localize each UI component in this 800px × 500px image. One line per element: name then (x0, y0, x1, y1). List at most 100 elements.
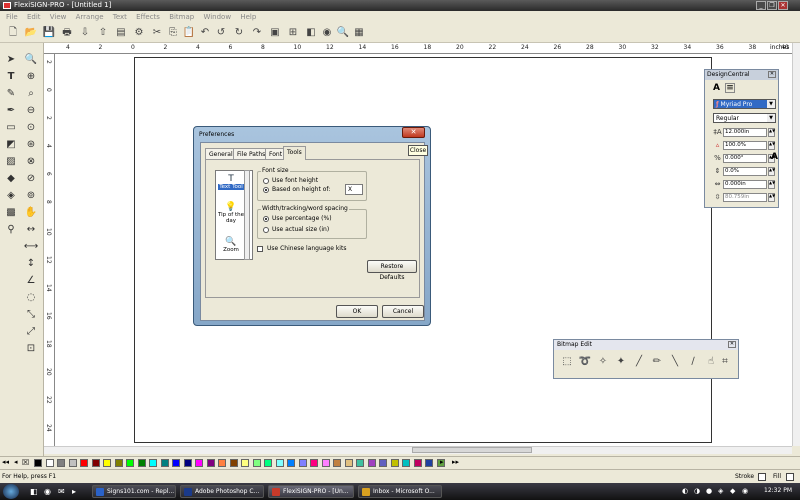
menu-file[interactable]: File (6, 13, 18, 21)
crop-icon[interactable]: ⌗ (718, 355, 732, 369)
magic-wand-icon[interactable]: ✧ (596, 355, 610, 369)
tray-app-icon[interactable]: ◆ (730, 487, 735, 495)
cut-icon[interactable]: ✂ (150, 26, 164, 40)
measure-icon[interactable]: ↔ (23, 222, 39, 237)
palette-prev-icon[interactable]: ◂ (14, 458, 18, 466)
menu-text[interactable]: Text (113, 13, 127, 21)
paste-icon[interactable]: 📋 (182, 26, 196, 40)
dimension-box-icon[interactable]: ⊡ (23, 341, 39, 356)
word-spacing-input[interactable]: 0.000in (723, 180, 767, 189)
tool-list-item[interactable]: 🔍 Zoom (216, 237, 246, 253)
palette-scroll-right-icon[interactable]: ▸▸ (452, 458, 459, 466)
color-swatch[interactable] (218, 459, 226, 467)
color-swatch[interactable] (287, 459, 295, 467)
text-width-input[interactable]: 100.0% (723, 141, 767, 150)
chevron-down-icon[interactable]: ▼ (767, 114, 775, 122)
restore-button[interactable]: ❐ (767, 1, 777, 10)
color-swatch[interactable] (195, 459, 203, 467)
use-percentage-radio[interactable] (263, 216, 269, 222)
tool-list-scrollbar[interactable] (244, 170, 250, 260)
text-tool-icon[interactable]: T (3, 69, 19, 84)
rect-select-icon[interactable]: ⬚ (560, 355, 574, 369)
restore-defaults-button[interactable]: Restore Defaults (367, 260, 417, 281)
color-swatch[interactable] (57, 459, 65, 467)
minimize-button[interactable]: _ (756, 1, 766, 10)
quick-launch-icon[interactable]: ▸ (72, 487, 76, 496)
clock[interactable]: 12:32 PM (764, 487, 792, 494)
pen-icon[interactable]: ✒ (3, 103, 19, 118)
character-tab-icon[interactable]: A (713, 83, 720, 93)
chinese-kits-checkbox[interactable] (257, 246, 263, 252)
rectangle-icon[interactable]: ▭ (3, 120, 19, 135)
color-swatch[interactable] (183, 459, 192, 467)
text-height-input[interactable]: 12.000in (723, 128, 767, 137)
redo-alt-icon[interactable]: ↷ (250, 26, 264, 40)
color-swatch[interactable] (126, 459, 134, 467)
dimension-angle-icon[interactable]: ∠ (23, 273, 39, 288)
use-actual-size-radio[interactable] (263, 227, 269, 233)
tray-network-icon[interactable]: ◐ (682, 487, 688, 495)
new-file-icon[interactable]: 🗋 (6, 26, 20, 40)
scan-icon[interactable]: ▤ (114, 26, 128, 40)
lasso-icon[interactable]: ➰ (578, 355, 592, 369)
color-swatch[interactable] (344, 459, 353, 467)
color-swatch[interactable] (367, 459, 376, 467)
color-swatch[interactable] (390, 459, 399, 467)
contour-icon[interactable]: ◈ (3, 188, 19, 203)
color-swatch[interactable] (356, 459, 364, 467)
cutter-icon[interactable]: ⚙ (132, 26, 146, 40)
tray-app-icon[interactable]: ◉ (742, 487, 748, 495)
taskbar-item[interactable]: Inbox - Microsoft O... (358, 485, 442, 498)
font-dropdown[interactable]: ƒ Myriad Pro ▼ (713, 99, 776, 109)
based-on-height-input[interactable]: X (345, 184, 363, 195)
spinner[interactable]: ▲▼ (768, 167, 775, 176)
fill-icon[interactable]: ◩ (3, 137, 19, 152)
color-swatch[interactable] (80, 459, 88, 467)
color-swatch[interactable] (298, 459, 307, 467)
quick-launch-icon[interactable]: ◧ (30, 487, 38, 496)
spinner[interactable]: ▲▼ (768, 141, 775, 150)
node-edit-icon[interactable]: ✎ (3, 86, 19, 101)
color-swatch[interactable] (172, 459, 180, 467)
ok-button[interactable]: OK (336, 305, 378, 318)
no-color-swatch[interactable]: ☒ (22, 458, 29, 467)
quick-launch-icon[interactable]: ◉ (44, 487, 51, 496)
vertical-scrollbar[interactable] (792, 43, 800, 446)
hand-pan-icon[interactable]: ✋ (23, 205, 39, 220)
color-swatch[interactable] (149, 459, 157, 467)
brush-icon[interactable]: ╱ (632, 355, 646, 369)
tool-list-item[interactable]: 💡 Tip of the day (216, 202, 246, 224)
line-spacing-input[interactable]: 80.759in (723, 193, 767, 202)
gradient-icon[interactable]: ▨ (3, 154, 19, 169)
import-icon[interactable]: ⇩ (78, 26, 92, 40)
tray-sound-icon[interactable]: ◑ (694, 487, 700, 495)
tab-tools[interactable]: Tools (283, 146, 306, 160)
color-swatch[interactable] (91, 459, 100, 467)
airbrush-icon[interactable]: ╲ (668, 355, 682, 369)
menu-arrange[interactable]: Arrange (76, 13, 104, 21)
color-swatch[interactable] (68, 459, 77, 467)
color-grid-icon[interactable]: ▦ (352, 26, 366, 40)
color-swatch[interactable] (310, 459, 318, 467)
menu-view[interactable]: View (50, 13, 67, 21)
color-wheel-icon[interactable]: ◉ (320, 26, 334, 40)
undo-icon[interactable]: ↶ (198, 26, 212, 40)
smudge-icon[interactable]: ∕ (686, 355, 700, 369)
bold-a-icon[interactable]: A (771, 152, 778, 162)
print-icon[interactable]: 🖶 (60, 26, 74, 40)
spinner[interactable]: ▲▼ (768, 193, 775, 202)
color-swatch[interactable] (45, 459, 54, 467)
color-swatch[interactable] (425, 459, 433, 467)
select-arrow-icon[interactable]: ➤ (3, 52, 19, 67)
dimension-vertical-icon[interactable]: ↕ (23, 256, 39, 271)
fill-swatch[interactable] (786, 473, 794, 481)
taskbar-item[interactable]: Signs101.com - Repl... (92, 485, 176, 498)
spinner[interactable]: ▲▼ (768, 128, 775, 137)
eyedropper-icon[interactable]: ⚲ (3, 222, 19, 237)
save-icon[interactable]: 💾 (42, 26, 56, 40)
chevron-down-icon[interactable]: ▼ (767, 100, 775, 108)
export-icon[interactable]: ⇧ (96, 26, 110, 40)
color-swatch[interactable] (206, 459, 215, 467)
magic-wand-add-icon[interactable]: ✦ (614, 355, 628, 369)
color-swatch[interactable] (34, 459, 42, 467)
